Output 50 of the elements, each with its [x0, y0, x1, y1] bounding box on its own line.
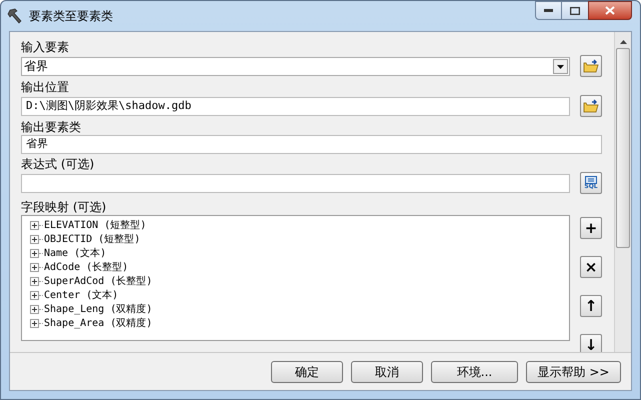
- expand-icon[interactable]: [30, 220, 39, 230]
- field-item[interactable]: Shape_Leng (双精度): [44, 302, 152, 316]
- field-item[interactable]: Name (文本): [44, 246, 106, 260]
- field-label: 输出要素类: [21, 119, 82, 135]
- field-item[interactable]: Shape_Area (双精度): [44, 316, 152, 330]
- scroll-up-icon: [620, 40, 626, 44]
- field-label: 输入要素: [21, 39, 70, 55]
- expand-icon[interactable]: [30, 290, 39, 300]
- field-item[interactable]: ELEVATION (短整型): [44, 218, 146, 232]
- close-icon: [605, 6, 615, 15]
- field-label: 输出位置: [21, 79, 70, 95]
- delete-button[interactable]: ×: [580, 256, 602, 278]
- expand-icon[interactable]: [30, 262, 39, 272]
- field-item[interactable]: SuperAdCod (长整型): [44, 274, 152, 288]
- maximize-icon: [570, 6, 580, 14]
- scrollbar[interactable]: [614, 32, 631, 352]
- show-help-button[interactable]: 显示帮助 >>: [526, 360, 621, 382]
- expand-icon[interactable]: [30, 318, 39, 328]
- folder-icon: [583, 99, 599, 113]
- minimize-button[interactable]: [535, 1, 562, 20]
- expand-icon[interactable]: [30, 234, 39, 244]
- add-button[interactable]: +: [580, 217, 602, 239]
- field-label: 字段映射 (可选): [21, 199, 108, 215]
- document-icon: [585, 176, 597, 184]
- expand-icon[interactable]: [30, 248, 39, 258]
- hammer-icon: [7, 8, 23, 24]
- open-folder-button[interactable]: [580, 55, 602, 77]
- input-field[interactable]: 省界: [21, 135, 602, 154]
- minimize-icon: [544, 9, 553, 12]
- field-item[interactable]: Center (文本): [44, 288, 118, 302]
- maximize-button[interactable]: [562, 1, 588, 20]
- field-item[interactable]: OBJECTID (短整型): [44, 232, 140, 246]
- input-field[interactable]: [21, 174, 570, 192]
- dropdown[interactable]: 省界: [21, 56, 570, 76]
- folder-icon: [583, 59, 599, 73]
- move-down-button[interactable]: ↓: [580, 334, 602, 352]
- move-up-button[interactable]: ↑: [580, 295, 602, 317]
- field-label: 表达式 (可选): [21, 156, 96, 172]
- expand-icon[interactable]: [30, 304, 39, 314]
- expand-icon[interactable]: [30, 276, 39, 286]
- cancel-button[interactable]: 取消: [351, 360, 423, 382]
- close-button[interactable]: [588, 1, 632, 20]
- field-map-list[interactable]: ELEVATION (短整型) OBJECTID (短整型) Name (文本) AdCode (长整型) SuperAdCod (长整型) Center (文本) Shape_Leng (双精度) Shape_Area (双精度): [21, 215, 570, 341]
- environments-button[interactable]: 环境...: [431, 360, 518, 382]
- open-folder-button[interactable]: [580, 95, 602, 117]
- ok-button[interactable]: 确定: [271, 360, 343, 382]
- window-title: 要素类至要素类: [29, 8, 113, 25]
- field-item[interactable]: AdCode (长整型): [44, 260, 128, 274]
- input-field[interactable]: D:\测图\阴影效果\shadow.gdb: [21, 96, 570, 116]
- scrollbar-thumb[interactable]: [616, 48, 630, 248]
